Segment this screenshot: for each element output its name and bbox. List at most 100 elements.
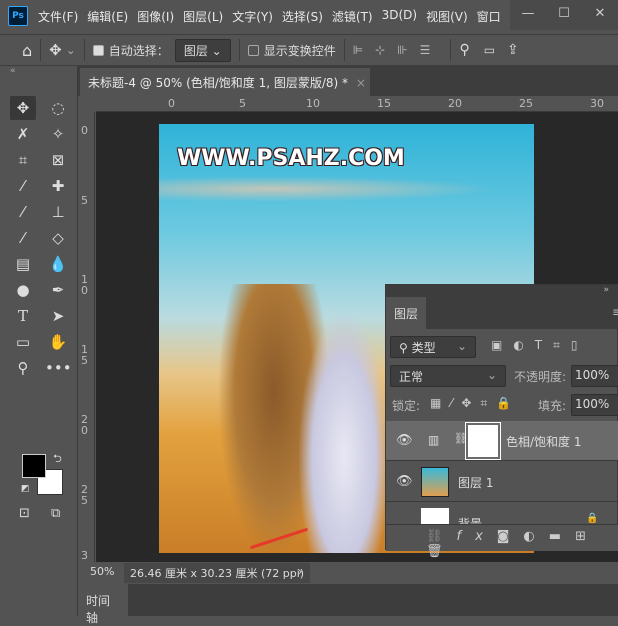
quick-mask-icon[interactable]: ⊡ <box>19 506 30 521</box>
zoom-level[interactable]: 50% <box>90 565 114 578</box>
ruler-label: 10 <box>306 97 320 110</box>
eyedropper-icon[interactable]: ⁄ <box>10 174 36 198</box>
lasso-tool-icon[interactable]: ✗ <box>10 122 36 146</box>
new-layer-icon[interactable]: ⊞ <box>575 529 600 544</box>
rectangle-tool-icon[interactable]: ▭ <box>10 330 36 354</box>
dodge-tool-icon[interactable]: ● <box>10 278 36 302</box>
menu-filter[interactable]: 滤镜(T) <box>332 8 373 25</box>
pen-tool-icon[interactable]: ✒ <box>45 278 71 302</box>
menu-file[interactable]: 文件(F) <box>38 8 78 25</box>
timeline-tab[interactable]: 时间轴 <box>78 584 128 625</box>
close-button[interactable]: ✕ <box>582 0 618 30</box>
trash-icon[interactable]: 🗑 <box>426 544 457 559</box>
chevron-down-icon[interactable]: ⌄ <box>66 43 76 57</box>
hand-tool-icon[interactable]: ✋ <box>45 330 71 354</box>
document-tab[interactable]: 未标题-4 @ 50% (色相/饱和度 1, 图层蒙版/8) * × <box>80 68 370 96</box>
align-icons[interactable]: ⊫⊹⊪☰ <box>353 43 443 57</box>
frame-tool-icon[interactable]: ⊠ <box>45 148 71 172</box>
ruler-label: 15 <box>81 343 88 367</box>
share-icon[interactable]: ⇪ <box>507 42 519 58</box>
group-folder-icon[interactable]: ▬ <box>549 529 575 544</box>
layers-tab[interactable]: 图层 <box>386 297 426 329</box>
menu-layer[interactable]: 图层(L) <box>183 8 223 25</box>
layer-name: 图层 1 <box>458 476 494 490</box>
document-size: 26.46 厘米 x 30.23 厘米 (72 ppi) <box>124 563 311 583</box>
ruler-label: 0 <box>81 124 88 137</box>
menu-select[interactable]: 选择(S) <box>282 8 323 25</box>
auto-select-checkbox[interactable] <box>92 44 104 56</box>
layer-actions-bar[interactable]: ⛓fx◙◐▬⊞ 🗑 <box>386 525 618 559</box>
menu-window[interactable]: 窗口 <box>477 8 501 25</box>
ruler-label: 20 <box>81 413 88 437</box>
ruler-horizontal: 0 5 10 15 20 25 30 <box>96 96 618 112</box>
lock-icon: 🔒 <box>586 513 599 524</box>
lock-icons[interactable]: ▦⁄✥⌗🔒 <box>430 396 520 411</box>
type-tool-icon[interactable]: T <box>10 304 36 328</box>
chain-link-icon[interactable]: ⛓ <box>454 432 468 445</box>
status-bar: 50% 26.46 厘米 x 30.23 厘米 (72 ppi) › <box>78 562 618 583</box>
collapse-icon[interactable]: « <box>10 66 16 76</box>
ruler-label: 25 <box>81 483 88 507</box>
move-tool-icon[interactable]: ✥ <box>49 41 62 59</box>
layer-row-layer-1[interactable]: 👁 图层 1 <box>386 462 618 502</box>
auto-select-value: 图层 <box>183 43 208 58</box>
show-transform-checkbox[interactable] <box>247 44 259 56</box>
adjustment-icon[interactable]: ◐ <box>523 529 548 544</box>
filter-type-dropdown[interactable]: ⚲ 类型 ⌄ <box>390 336 476 358</box>
opacity-input[interactable]: 100% <box>571 365 618 387</box>
eye-icon[interactable]: 👁 <box>396 433 413 448</box>
gradient-tool-icon[interactable]: ▤ <box>10 252 36 276</box>
collapse-panel-icon[interactable]: » <box>386 285 618 297</box>
path-select-icon[interactable]: ➤ <box>45 304 71 328</box>
move-tool-icon[interactable]: ✥ <box>10 96 36 120</box>
add-mask-icon[interactable]: ◙ <box>497 529 524 544</box>
search-icon[interactable]: ⚲ <box>459 42 469 58</box>
panel-menu-icon[interactable]: ≡ <box>612 305 618 319</box>
workspace-icon[interactable]: ▭ <box>484 43 495 57</box>
filter-icons[interactable]: ▣◐T⌗▯ <box>491 338 589 353</box>
close-tab-icon[interactable]: × <box>356 76 366 90</box>
menu-type[interactable]: 文字(Y) <box>232 8 273 25</box>
marquee-tool-icon[interactable]: ◌ <box>45 96 71 120</box>
minimize-button[interactable]: — <box>510 0 546 30</box>
photoshop-logo: Ps <box>8 6 28 26</box>
fill-label: 填充: <box>538 399 567 413</box>
auto-select-dropdown[interactable]: 图层 ⌄ <box>174 38 231 62</box>
ruler-label: 25 <box>519 97 533 110</box>
screen-mode-icon[interactable]: ⧉ <box>51 506 60 521</box>
ruler-label: 3 <box>81 549 88 562</box>
swap-colors-icon[interactable]: ⮌ <box>53 450 62 469</box>
default-colors-icon[interactable]: ◩ <box>21 484 30 494</box>
layer-thumbnail <box>421 467 449 497</box>
foreground-color[interactable] <box>22 454 46 478</box>
brush-tool-icon[interactable]: ⁄ <box>10 200 36 224</box>
maximize-button[interactable]: ☐ <box>546 0 582 30</box>
layer-row-hue-saturation[interactable]: 👁 ▥ ⛓ 色相/饱和度 1 <box>386 421 618 461</box>
timeline-panel: 时间轴 <box>78 584 618 625</box>
magic-wand-icon[interactable]: ✧ <box>45 122 71 146</box>
fx-icon[interactable]: fx <box>457 529 497 544</box>
blend-mode-dropdown[interactable]: 正常 ⌄ <box>390 365 506 387</box>
menu-image[interactable]: 图像(I) <box>137 8 174 25</box>
fill-input[interactable]: 100% <box>571 394 618 416</box>
layer-mask-thumbnail[interactable] <box>465 422 501 460</box>
menu-view[interactable]: 视图(V) <box>426 8 468 25</box>
layers-panel: » 图层 ≡ ⚲ 类型 ⌄ ▣◐T⌗▯ 正常 ⌄ 不透明度: 100% 锁定: ▦⁄… <box>385 284 618 559</box>
more-tools-icon[interactable]: ••• <box>45 356 72 380</box>
layer-row-background[interactable]: 背景 🔒 <box>386 503 618 525</box>
status-menu-arrow[interactable]: › <box>298 565 302 578</box>
crop-tool-icon[interactable]: ⌗ <box>10 148 36 172</box>
zoom-tool-icon[interactable]: ⚲ <box>10 356 36 380</box>
menu-3d[interactable]: 3D(D) <box>382 8 417 25</box>
eye-icon[interactable]: 👁 <box>396 474 413 489</box>
link-layers-icon[interactable]: ⛓ <box>426 529 457 544</box>
blur-tool-icon[interactable]: 💧 <box>45 252 71 276</box>
healing-brush-icon[interactable]: ✚ <box>45 174 71 198</box>
tools-panel: « ✥ ◌ ✗ ✧ ⌗ ⊠ ⁄ ✚ ⁄ ⊥ ⁄ ◇ ▤ 💧 ● ✒ T ➤ ▭ … <box>5 66 78 616</box>
eraser-icon[interactable]: ◇ <box>45 226 71 250</box>
history-brush-icon[interactable]: ⁄ <box>10 226 36 250</box>
stamp-tool-icon[interactable]: ⊥ <box>45 200 71 224</box>
home-icon[interactable]: ⌂ <box>22 41 32 60</box>
watermark-text: WWW.PSAHZ.COM <box>177 146 405 171</box>
menu-edit[interactable]: 编辑(E) <box>87 8 128 25</box>
